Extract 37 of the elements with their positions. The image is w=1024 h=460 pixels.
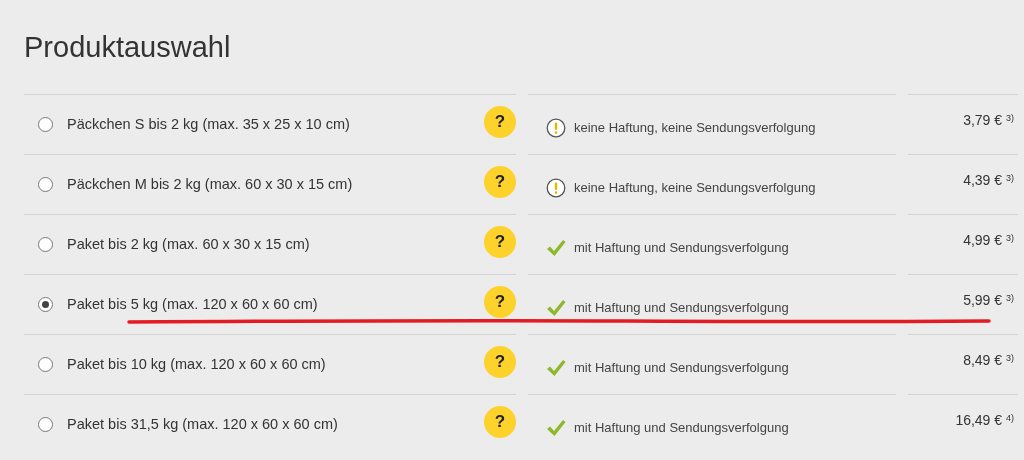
checkmark-icon — [546, 418, 566, 437]
product-label: Paket bis 31,5 kg (max. 120 x 60 x 60 cm) — [67, 414, 338, 434]
price: 5,99 € $^{3)}$ — [963, 291, 1014, 310]
price: 8,49 € $^{3)}$ — [963, 351, 1014, 370]
product-label: Paket bis 10 kg (max. 120 x 60 x 60 cm) — [67, 354, 326, 374]
help-button[interactable]: ? — [484, 405, 516, 438]
radio-button[interactable] — [38, 237, 53, 252]
page-title: Produktauswahl — [23, 30, 232, 65]
checkmark-icon — [546, 238, 566, 257]
info-text: mit Haftung und Sendungsverfolgung — [574, 298, 789, 317]
info-text: keine Haftung, keine Sendungsverfolgung — [574, 118, 816, 137]
product-label: Päckchen M bis 2 kg (max. 60 x 30 x 15 cm) — [67, 174, 353, 194]
product-label: Paket bis 2 kg (max. 60 x 30 x 15 cm) — [67, 234, 310, 254]
help-button[interactable]: ? — [484, 165, 516, 198]
radio-button[interactable] — [38, 417, 53, 432]
radio-button[interactable] — [38, 297, 53, 312]
checkmark-icon — [546, 298, 566, 317]
help-button[interactable]: ? — [484, 285, 516, 318]
product-label: Päckchen S bis 2 kg (max. 35 x 25 x 10 cm) — [67, 114, 350, 134]
warning-icon — [546, 177, 566, 198]
radio-button[interactable] — [38, 117, 53, 132]
price: 4,39 € $^{3)}$ — [963, 171, 1014, 190]
warning-icon — [546, 117, 566, 138]
help-button[interactable]: ? — [484, 105, 516, 138]
radio-button[interactable] — [38, 357, 53, 372]
info-text: mit Haftung und Sendungsverfolgung — [574, 238, 789, 257]
info-text: mit Haftung und Sendungsverfolgung — [574, 358, 789, 377]
help-button[interactable]: ? — [484, 345, 516, 378]
price: 4,99 € $^{3)}$ — [963, 231, 1014, 250]
product-label: Paket bis 5 kg (max. 120 x 60 x 60 cm) — [67, 294, 318, 314]
checkmark-icon — [546, 358, 566, 377]
price: 3,79 € $^{3)}$ — [963, 111, 1014, 130]
radio-button[interactable] — [38, 177, 53, 192]
info-text: keine Haftung, keine Sendungsverfolgung — [574, 178, 816, 197]
help-button[interactable]: ? — [484, 225, 516, 258]
info-text: mit Haftung und Sendungsverfolgung — [574, 418, 789, 437]
price: 16,49 € $^{4)}$ — [955, 411, 1014, 430]
